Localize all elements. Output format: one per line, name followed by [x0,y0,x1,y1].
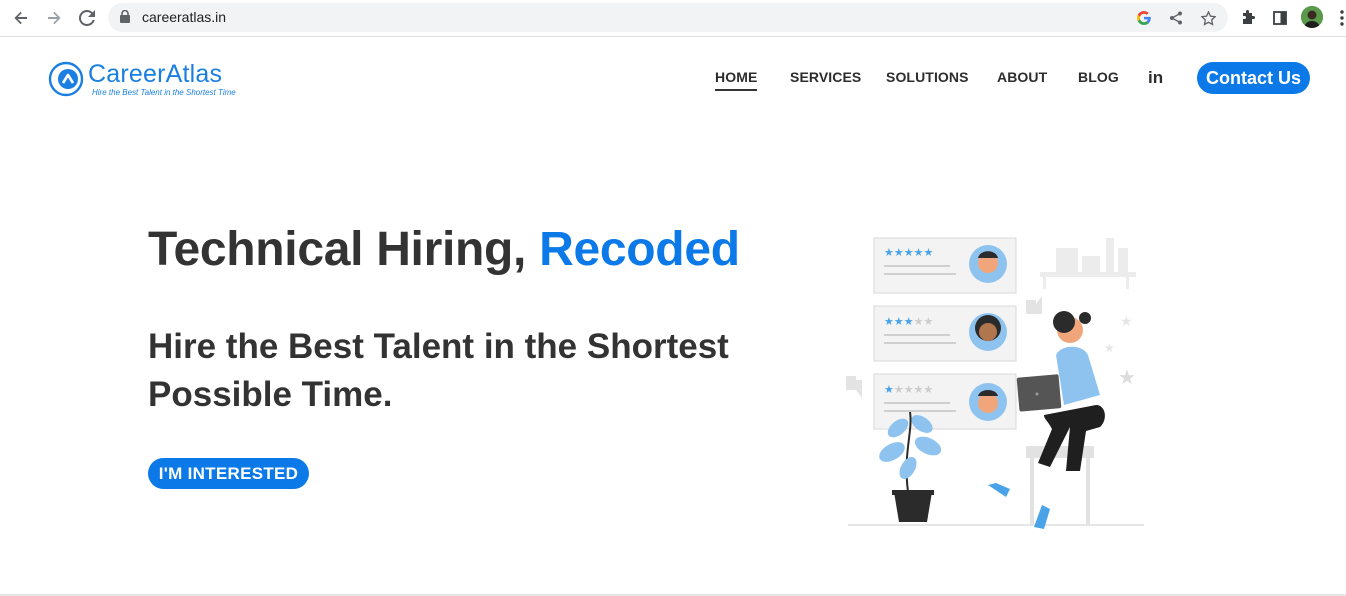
rating-card-1: ★★★★★ [873,237,1017,294]
im-interested-button[interactable]: I'M INTERESTED [148,458,309,489]
url-text[interactable]: careeratlas.in [142,9,226,25]
address-bar[interactable]: careeratlas.in [108,3,1228,32]
extensions-icon[interactable] [1236,6,1260,30]
svg-text:★★★★★: ★★★★★ [884,383,933,396]
rating-card-3: ★★★★★ [873,373,1017,430]
google-icon[interactable] [1134,8,1154,28]
profile-avatar[interactable] [1301,6,1323,28]
svg-text:★★★★★: ★★★★★ [884,315,933,328]
hero-title: Technical Hiring, Recoded [148,222,740,277]
shelf-decoration [1040,238,1136,289]
star-bookmark-icon[interactable] [1198,8,1218,28]
hero-title-accent: Recoded [539,223,740,276]
svg-text:★: ★ [1118,365,1136,389]
contact-us-button[interactable]: Contact Us [1197,62,1310,94]
share-icon[interactable] [1166,8,1186,28]
back-arrow-icon[interactable] [9,6,33,30]
site-logo[interactable]: CareerAtlas Hire the Best Talent in the … [48,60,238,100]
svg-text:★: ★ [1120,314,1133,330]
chair-decoration [1026,446,1094,525]
logo-mark-icon [48,61,84,97]
rating-card-2: ★★★★★ [873,305,1017,362]
nav-services[interactable]: SERVICES [790,69,861,85]
browser-toolbar: careeratlas.in [0,0,1346,37]
logo-name: CareerAtlas [88,60,223,88]
hero-subtitle: Hire the Best Talent in the Shortest Pos… [148,327,729,414]
more-menu-icon[interactable] [1338,8,1346,28]
nav-about[interactable]: ABOUT [997,69,1047,85]
svg-text:★: ★ [1104,341,1115,355]
nav-blog[interactable]: BLOG [1078,69,1119,85]
forward-arrow-icon[interactable] [42,6,66,30]
side-panel-icon[interactable] [1268,6,1292,30]
nav-solutions[interactable]: SOLUTIONS [886,69,969,85]
five-stars: ★★★★★ [884,246,933,259]
lock-icon[interactable] [120,9,130,28]
hero-title-main: Technical Hiring, [148,223,540,276]
hero-illustration: ★★★★★ ★★★★★ ★★★★★ ★ ★ ★ [838,230,1148,535]
linkedin-icon[interactable]: in [1148,68,1163,88]
svg-text:★★★★★: ★★★★★ [884,246,933,259]
nav-home[interactable]: HOME [715,69,758,91]
reload-icon[interactable] [75,6,99,30]
logo-tagline: Hire the Best Talent in the Shortest Tim… [92,88,236,97]
